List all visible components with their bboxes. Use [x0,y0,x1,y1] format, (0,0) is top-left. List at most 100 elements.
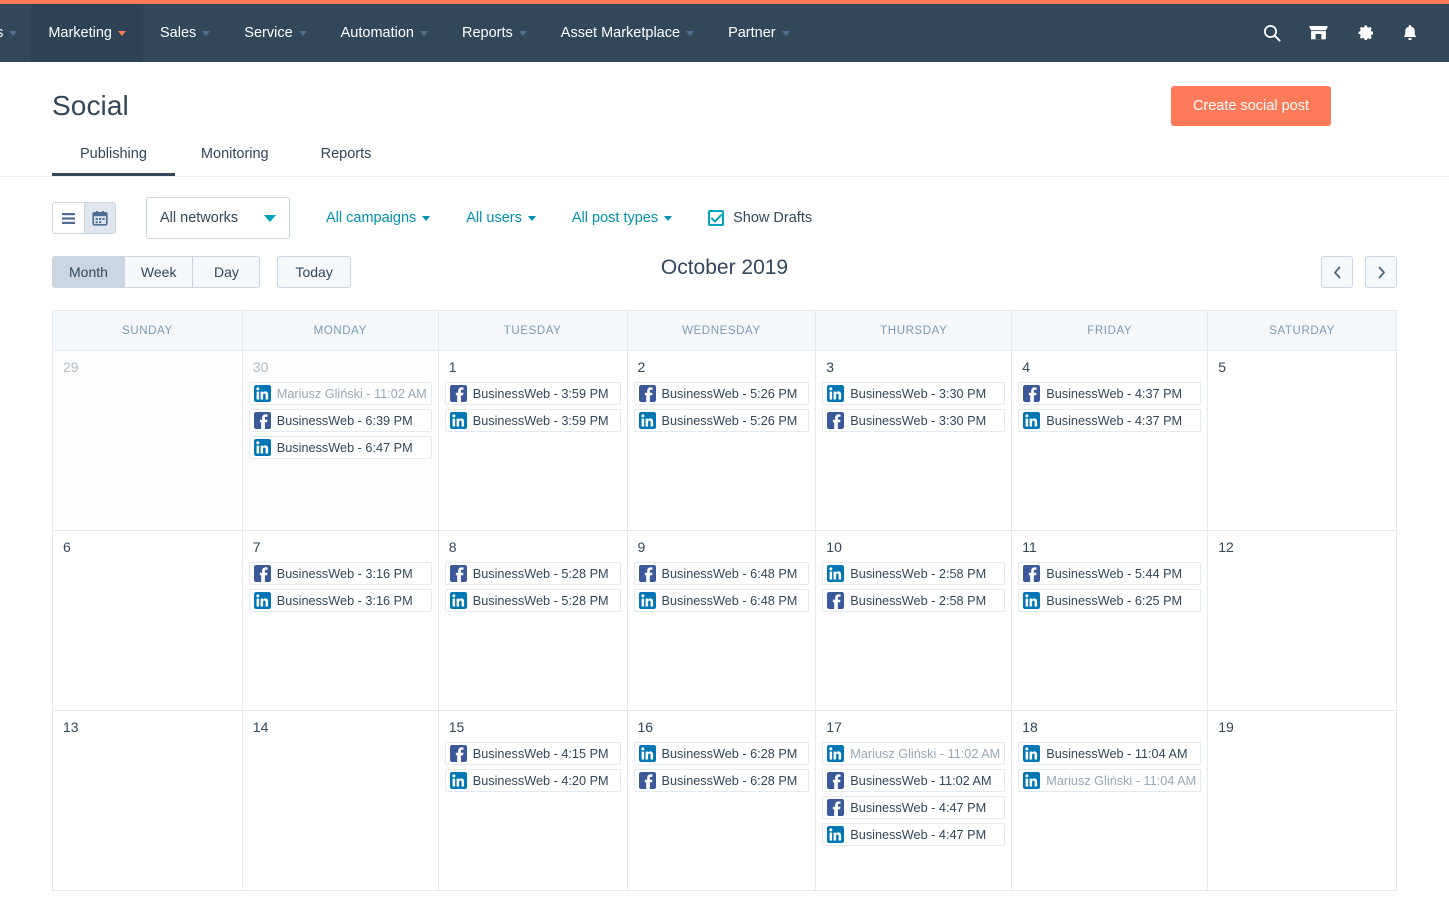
tab-publishing[interactable]: Publishing [52,146,175,176]
calendar-view-icon[interactable] [84,203,115,233]
nav-item-partner[interactable]: Partner [711,4,807,62]
nav-item-ns[interactable]: ns [0,4,31,62]
calendar-day-cell[interactable]: 10 BusinessWeb - 2:58 PM BusinessWeb - 2:5… [815,531,1012,711]
social-post-event[interactable]: BusinessWeb - 2:58 PM [822,562,1006,585]
calendar-container: SUNDAY MONDAY TUESDAY WEDNESDAY THURSDAY FRID… [0,288,1449,891]
network-filter-select[interactable]: All networks [146,197,290,239]
calendar-day-cell[interactable]: 1 BusinessWeb - 3:59 PM BusinessWeb - 3:59… [437,351,627,531]
social-post-event[interactable]: BusinessWeb - 5:26 PM [633,409,810,432]
show-drafts-checkbox[interactable] [708,210,725,226]
social-post-event[interactable]: BusinessWeb - 6:28 PM [633,742,810,765]
social-post-event[interactable]: BusinessWeb - 5:28 PM [444,589,621,612]
calendar-day-cell[interactable]: 4 BusinessWeb - 4:37 PM BusinessWeb - 4:37… [1011,351,1208,531]
social-post-event[interactable]: BusinessWeb - 2:58 PM [822,589,1006,612]
social-post-event[interactable]: BusinessWeb - 11:04 AM [1018,742,1202,765]
today-button[interactable]: Today [277,256,351,288]
social-post-event[interactable]: BusinessWeb - 6:25 PM [1018,589,1202,612]
day-number: 2 [637,359,646,375]
nav-item-marketing[interactable]: Marketing [31,4,143,62]
calendar-day-cell[interactable]: 6 [53,531,242,711]
nav-item-service[interactable]: Service [227,4,323,62]
event-label: BusinessWeb - 3:16 PM [276,566,413,581]
calendar-day-cell[interactable]: 8 BusinessWeb - 5:28 PM BusinessWeb - 5:28… [437,531,627,711]
filter-toolbar: All networks All campaigns All users All p… [0,177,1449,239]
social-post-event[interactable]: BusinessWeb - 6:39 PM [248,409,432,432]
show-drafts-toggle[interactable]: Show Drafts [708,210,812,226]
facebook-icon [638,385,656,402]
calendar-day-cell[interactable]: 3 BusinessWeb - 3:30 PM BusinessWeb - 3:30… [815,351,1012,531]
social-post-event[interactable]: BusinessWeb - 4:47 PM [822,796,1006,819]
event-label: BusinessWeb - 6:28 PM [661,746,798,761]
marketplace-icon[interactable] [1308,23,1329,43]
next-month-button[interactable] [1365,256,1397,288]
range-day-button[interactable]: Day [192,257,260,287]
event-label: BusinessWeb - 4:47 PM [850,800,987,815]
social-post-event[interactable]: BusinessWeb - 3:59 PM [444,382,621,405]
social-post-event[interactable]: BusinessWeb - 5:28 PM [444,562,621,585]
nav-item-label: Sales [160,25,197,41]
calendar-day-cell[interactable]: 7 BusinessWeb - 3:16 PM BusinessWeb - 3:16… [241,531,438,711]
calendar-day-cell[interactable]: 30 Mariusz Gliński - 11:02 AM BusinessWeb … [241,351,438,531]
previous-month-button[interactable] [1321,256,1353,288]
tab-reports[interactable]: Reports [295,146,398,176]
social-post-event[interactable]: BusinessWeb - 6:28 PM [633,769,810,792]
calendar-day-cell[interactable]: 11 BusinessWeb - 5:44 PM BusinessWeb - 6:2… [1011,531,1208,711]
social-post-event[interactable]: BusinessWeb - 3:59 PM [444,409,621,432]
calendar-day-cell[interactable]: 13 [53,711,242,891]
global-navigation: ns Marketing Sales Service Automation Reports… [0,4,1449,62]
filter-all-campaigns[interactable]: All campaigns [326,210,431,226]
calendar-day-cell[interactable]: 19 [1207,711,1396,891]
nav-item-automation[interactable]: Automation [324,4,445,62]
calendar-day-cell[interactable]: 29 [53,351,242,531]
social-post-event[interactable]: BusinessWeb - 6:48 PM [633,562,810,585]
social-post-event[interactable]: BusinessWeb - 4:20 PM [444,769,621,792]
calendar-day-cell[interactable]: 5 [1207,351,1396,531]
day-header-friday: FRIDAY [1011,311,1208,351]
settings-gear-icon[interactable] [1355,23,1375,43]
nav-item-sales[interactable]: Sales [143,4,227,62]
calendar-day-cell[interactable]: 18 BusinessWeb - 11:04 AM Mariusz Gliński … [1011,711,1208,891]
calendar-day-cell[interactable]: 14 [241,711,438,891]
day-header-tuesday: TUESDAY [437,311,627,351]
create-social-post-button[interactable]: Create social post [1170,86,1331,126]
linkedin-icon [827,385,845,402]
social-post-event[interactable]: BusinessWeb - 6:48 PM [633,589,810,612]
social-post-event[interactable]: BusinessWeb - 4:15 PM [444,742,621,765]
social-post-event[interactable]: Mariusz Gliński - 11:02 AM [248,382,432,405]
notifications-bell-icon[interactable] [1401,23,1419,43]
nav-item-asset-marketplace[interactable]: Asset Marketplace [544,4,711,62]
day-number: 7 [252,539,261,555]
social-post-event[interactable]: BusinessWeb - 3:16 PM [248,562,432,585]
social-post-event[interactable]: Mariusz Gliński - 11:04 AM [1018,769,1202,792]
social-post-event[interactable]: BusinessWeb - 4:37 PM [1018,409,1202,432]
range-month-button[interactable]: Month [53,257,124,287]
social-post-event[interactable]: BusinessWeb - 6:47 PM [248,436,432,459]
social-post-event[interactable]: BusinessWeb - 5:44 PM [1018,562,1202,585]
calendar-day-cell[interactable]: 9 BusinessWeb - 6:48 PM BusinessWeb - 6:48… [626,531,816,711]
month-navigation [1321,256,1397,288]
social-post-event[interactable]: BusinessWeb - 5:26 PM [633,382,810,405]
day-number: 16 [637,719,654,735]
social-post-event[interactable]: Mariusz Gliński - 11:02 AM [822,742,1006,765]
social-post-event[interactable]: BusinessWeb - 4:47 PM [822,823,1006,846]
social-post-event[interactable]: BusinessWeb - 3:16 PM [248,589,432,612]
day-number: 30 [252,359,269,375]
filter-all-post-types[interactable]: All post types [572,210,673,226]
search-icon[interactable] [1262,23,1282,43]
social-post-event[interactable]: BusinessWeb - 11:02 AM [822,769,1006,792]
nav-item-reports[interactable]: Reports [445,4,544,62]
calendar-day-cell[interactable]: 12 [1207,531,1396,711]
calendar-day-cell[interactable]: 2 BusinessWeb - 5:26 PM BusinessWeb - 5:26… [626,351,816,531]
range-week-button[interactable]: Week [123,257,193,287]
linkedin-icon [1023,412,1041,429]
calendar-day-cell[interactable]: 15 BusinessWeb - 4:15 PM BusinessWeb - 4:2… [437,711,627,891]
list-view-icon[interactable] [53,203,84,233]
calendar-day-cell[interactable]: 16 BusinessWeb - 6:28 PM BusinessWeb - 6:2… [626,711,816,891]
calendar-day-cell[interactable]: 17 Mariusz Gliński - 11:02 AM BusinessWeb … [815,711,1012,891]
event-label: BusinessWeb - 5:26 PM [661,413,798,428]
filter-all-users[interactable]: All users [466,210,536,226]
social-post-event[interactable]: BusinessWeb - 4:37 PM [1018,382,1202,405]
social-post-event[interactable]: BusinessWeb - 3:30 PM [822,409,1006,432]
tab-monitoring[interactable]: Monitoring [175,146,295,176]
social-post-event[interactable]: BusinessWeb - 3:30 PM [822,382,1006,405]
